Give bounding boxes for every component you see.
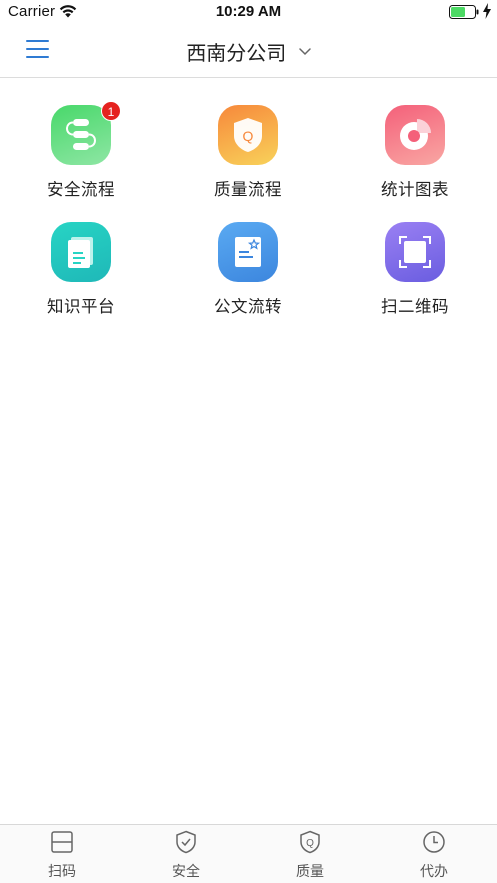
status-bar: Carrier 10:29 AM — [0, 0, 497, 24]
shield-check-icon — [176, 830, 196, 854]
tab-label: 安全 — [172, 864, 200, 880]
quality-shield-icon: Q — [218, 105, 278, 165]
app-knowledge-platform[interactable]: 知识平台 — [21, 217, 141, 322]
app-label: 扫二维码 — [381, 297, 449, 316]
tab-safety[interactable]: 安全 — [124, 825, 248, 883]
battery-icon — [449, 5, 479, 19]
bottom-tab-bar: 扫码 安全 Q 质量 代办 — [0, 824, 497, 883]
app-label: 知识平台 — [47, 297, 115, 316]
charging-bolt-icon — [483, 3, 491, 19]
scan-tab-icon — [51, 831, 73, 853]
svg-text:Q: Q — [306, 838, 314, 849]
company-selector[interactable]: 西南分公司 — [0, 37, 497, 66]
tab-label: 质量 — [296, 864, 324, 880]
clock-icon — [423, 831, 445, 853]
scan-icon — [385, 222, 445, 282]
clock-time: 10:29 AM — [215, 3, 282, 20]
document-icon — [51, 222, 111, 282]
tab-quality[interactable]: Q 质量 — [248, 825, 372, 883]
app-document-circulation[interactable]: 公文流转 — [188, 217, 308, 322]
app-safety-flow[interactable]: 1 安全流程 — [21, 100, 141, 205]
app-statistics-chart[interactable]: 统计图表 — [355, 100, 475, 205]
app-scan-qr[interactable]: 扫二维码 — [355, 217, 475, 322]
notification-badge: 1 — [101, 101, 121, 121]
page-title: 西南分公司 — [186, 41, 287, 65]
app-label: 安全流程 — [47, 180, 115, 199]
navigation-bar: 西南分公司 — [0, 24, 497, 78]
chevron-down-icon — [298, 47, 311, 55]
app-screen: Carrier 10:29 AM 西南分公司 1 安全流程 Q 质量流程 统计图… — [0, 0, 497, 883]
tab-label: 扫码 — [48, 864, 76, 880]
tab-label: 代办 — [420, 864, 448, 880]
app-label: 质量流程 — [214, 180, 282, 199]
pie-chart-icon — [385, 105, 445, 165]
app-label: 公文流转 — [214, 297, 282, 316]
svg-text:Q: Q — [243, 128, 254, 144]
shield-q-icon: Q — [300, 830, 320, 854]
doc-star-icon — [218, 222, 278, 282]
app-label: 统计图表 — [381, 180, 449, 199]
tab-scan[interactable]: 扫码 — [0, 825, 124, 883]
tab-todo[interactable]: 代办 — [372, 825, 496, 883]
app-quality-flow[interactable]: Q 质量流程 — [188, 100, 308, 205]
